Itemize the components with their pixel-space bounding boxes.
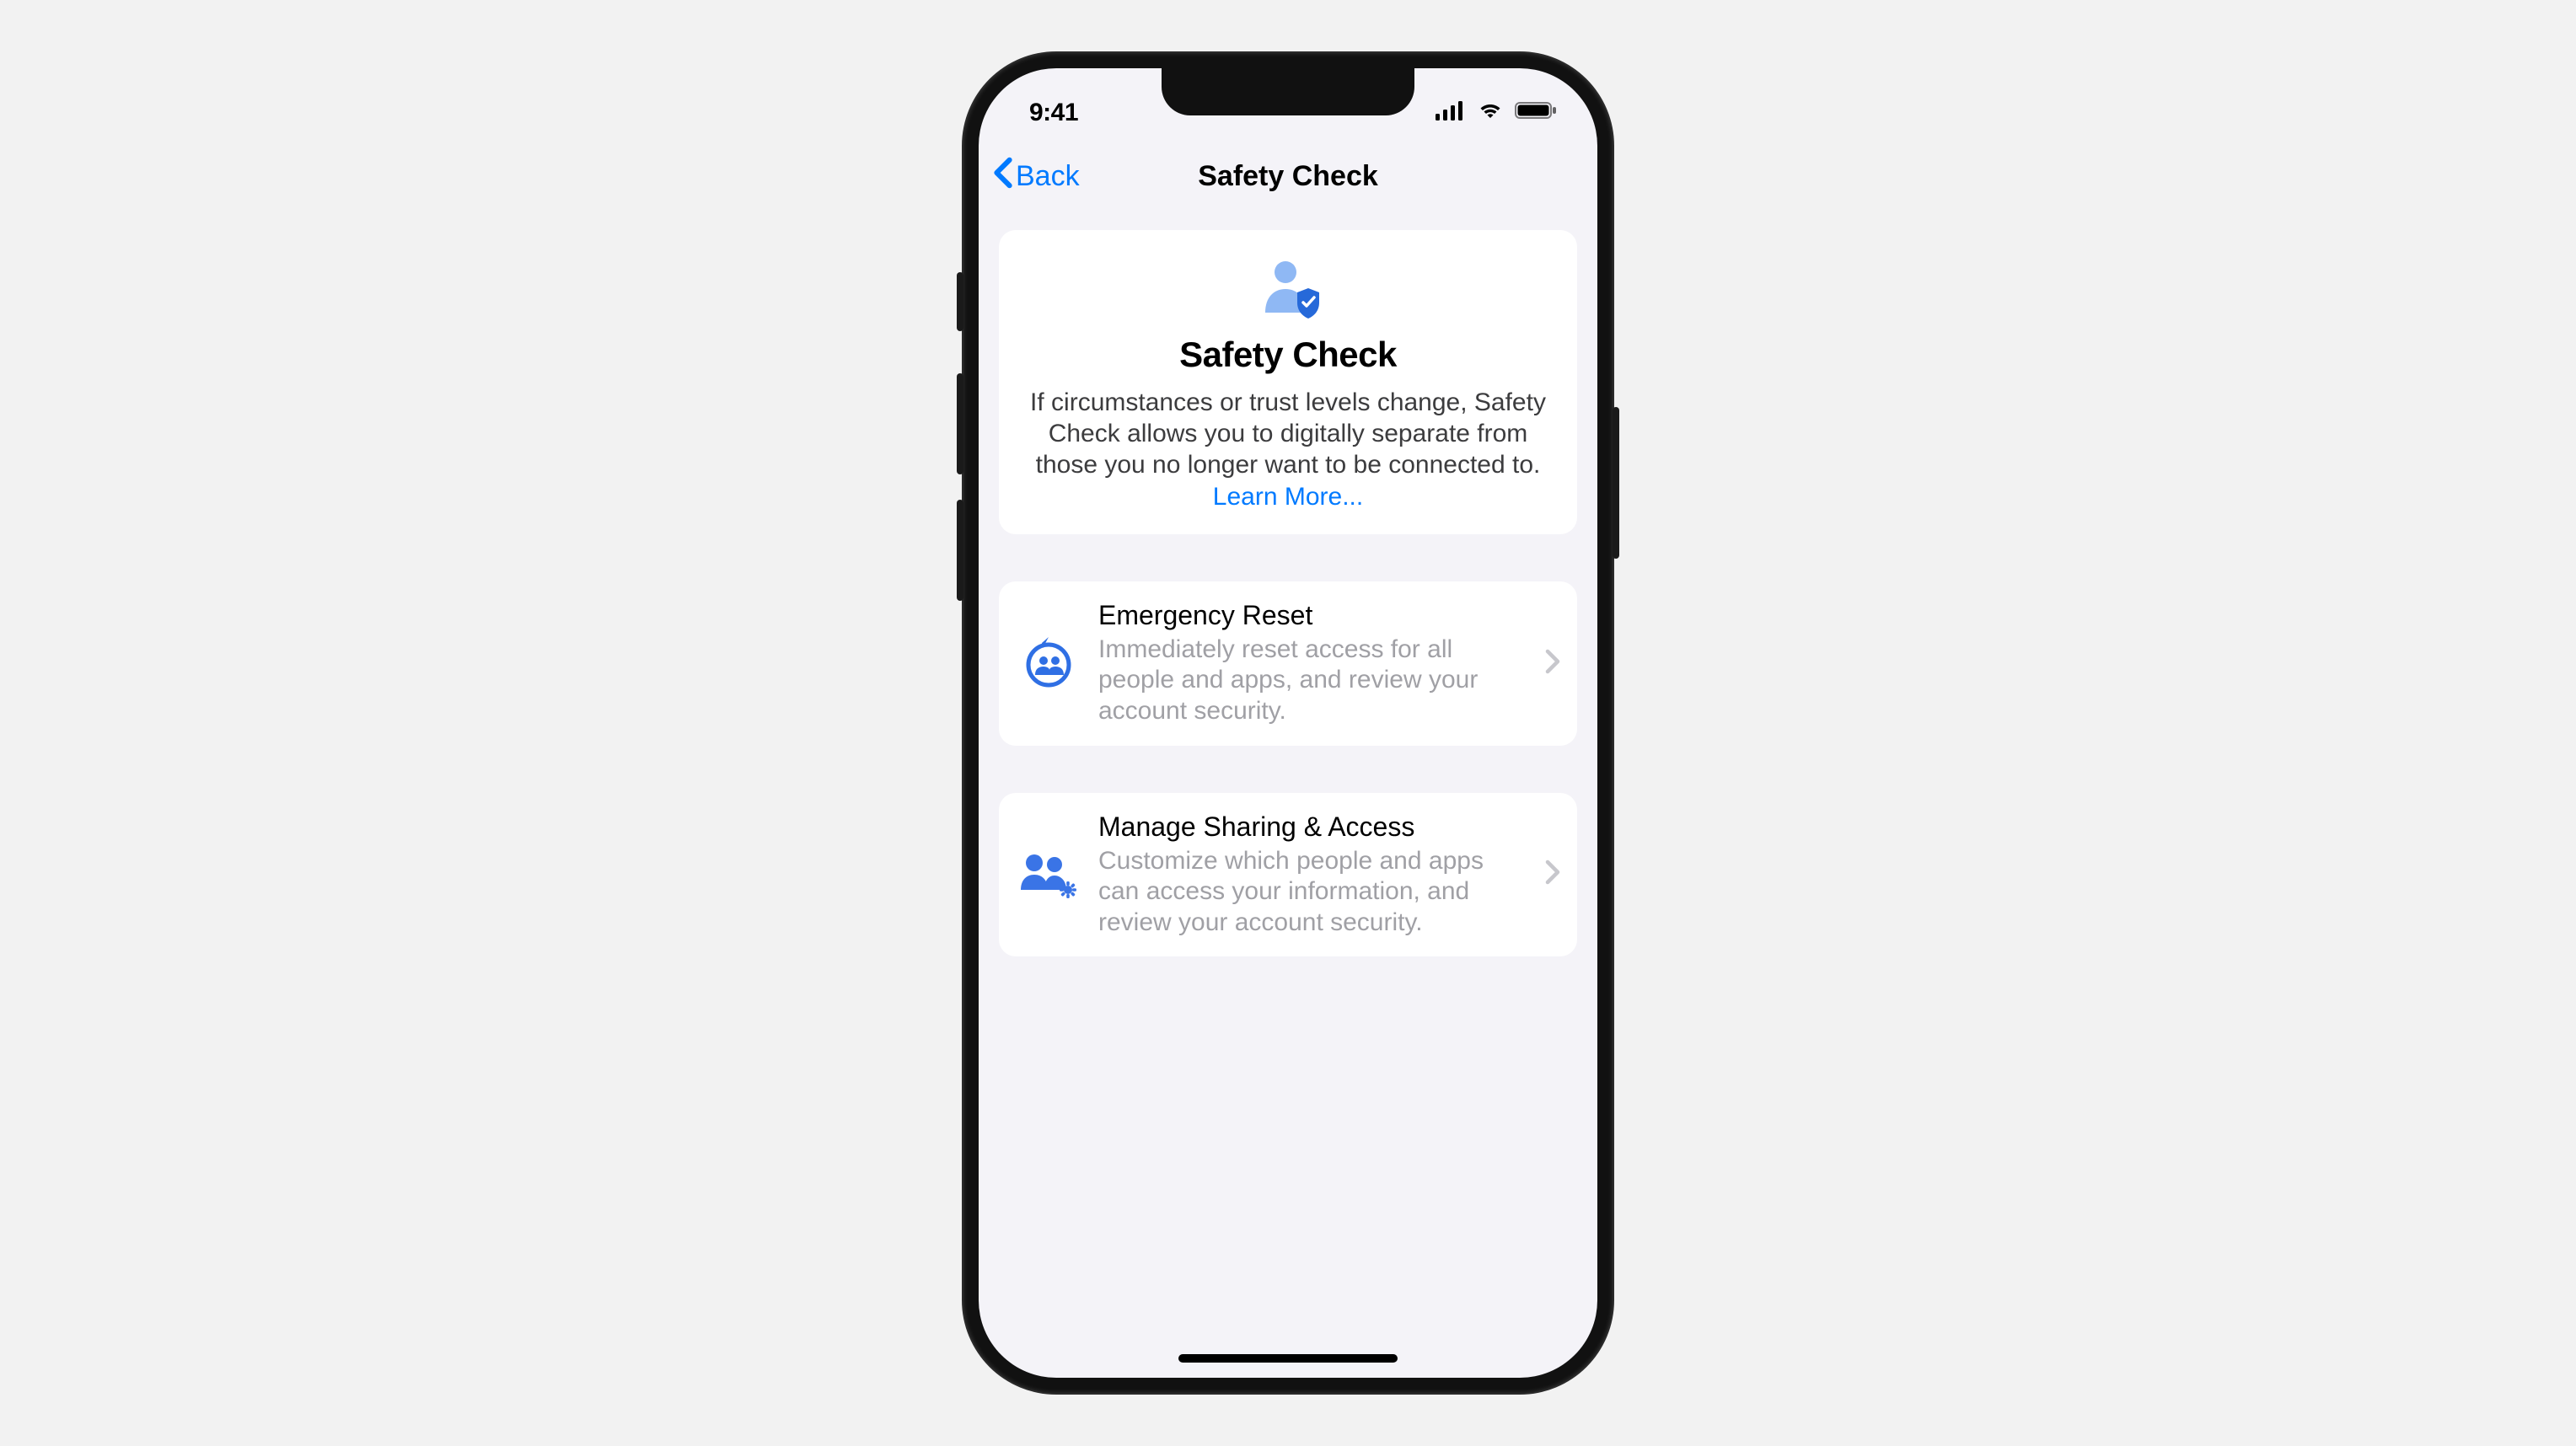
emergency-reset-option[interactable]: Emergency Reset Immediately reset access… [999,581,1577,746]
hero-description: If circumstances or trust levels change,… [1029,387,1547,512]
learn-more-link[interactable]: Learn More... [1213,483,1363,511]
battery-icon [1515,99,1557,127]
status-time: 9:41 [1029,83,1078,127]
chevron-right-icon [1545,860,1560,889]
hero-title: Safety Check [1029,335,1547,375]
silence-switch [957,272,963,331]
phone-frame: 9:41 [963,53,1613,1393]
power-button [1613,407,1619,559]
back-label: Back [1016,160,1080,193]
volume-up-button [957,373,963,474]
hero-card: Safety Check If circumstances or trust l… [999,230,1577,534]
notch [1162,68,1414,115]
content-area: Safety Check If circumstances or trust l… [979,210,1597,1024]
wifi-icon [1476,99,1505,127]
chevron-right-icon [1545,649,1560,678]
chevron-left-icon [992,157,1014,196]
manage-sharing-icon [1019,845,1078,904]
emergency-reset-icon [1019,634,1078,693]
nav-title: Safety Check [1198,160,1378,193]
option-title: Manage Sharing & Access [1098,811,1525,843]
option-title: Emergency Reset [1098,600,1525,631]
phone-screen: 9:41 [979,68,1597,1378]
nav-bar: Back Safety Check [979,142,1597,210]
cellular-icon [1436,99,1466,127]
home-indicator[interactable] [1178,1354,1398,1363]
safety-check-person-shield-icon [1029,259,1547,319]
back-button[interactable]: Back [992,157,1080,196]
volume-down-button [957,500,963,601]
option-description: Customize which people and apps can acce… [1098,846,1525,939]
manage-sharing-option[interactable]: Manage Sharing & Access Customize which … [999,793,1577,957]
option-description: Immediately reset access for all people … [1098,635,1525,727]
